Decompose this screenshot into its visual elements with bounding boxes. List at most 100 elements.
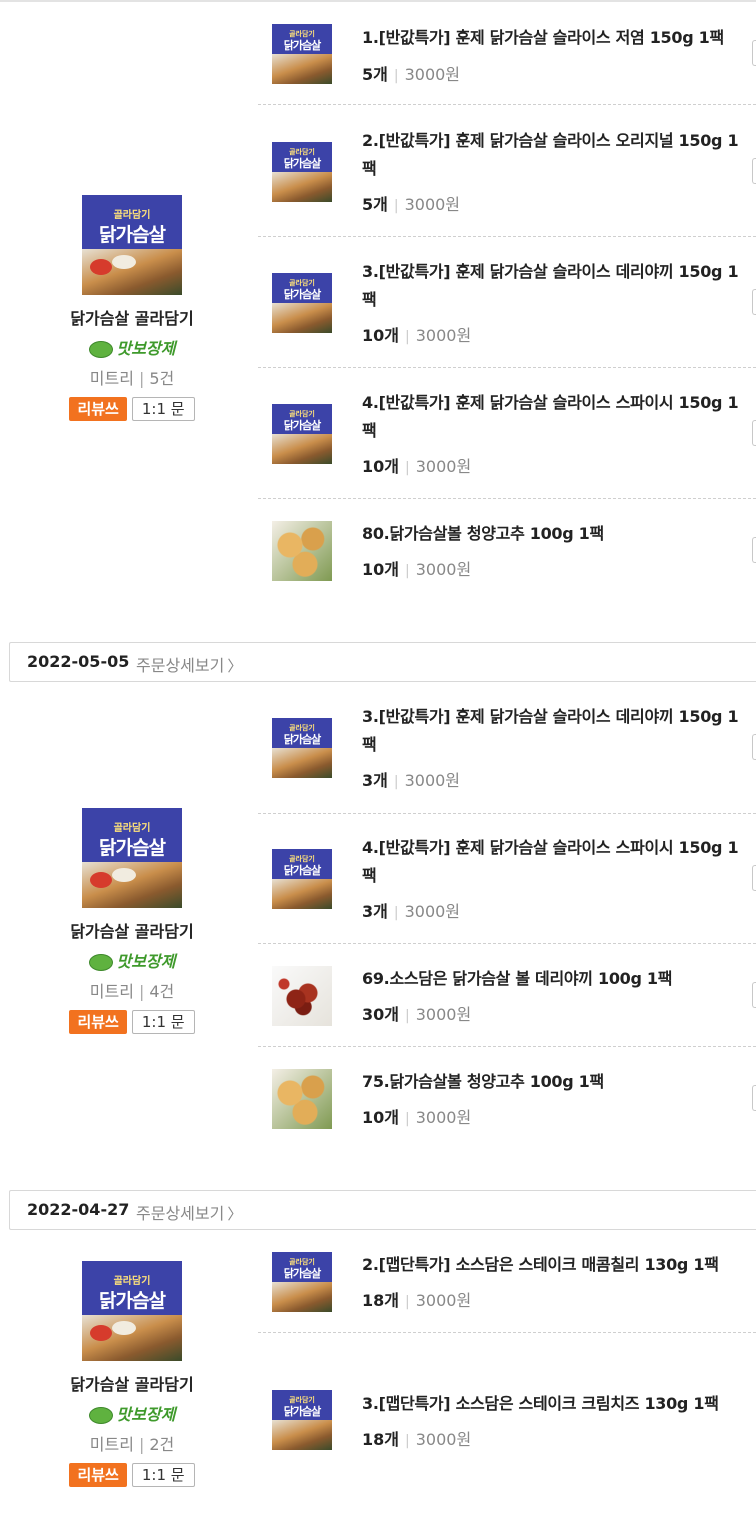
order-detail-label: 주문상세보기 xyxy=(136,1204,225,1223)
brand-name: 미트리 xyxy=(89,982,134,1001)
write-review-button[interactable]: 리뷰쓰 xyxy=(69,1463,127,1487)
seller-thumbnail[interactable]: 골라담기 닭가슴살 xyxy=(82,195,182,295)
item-info: 18개 | 3000원 xyxy=(362,1287,471,1311)
meta-separator: | xyxy=(138,982,145,1001)
item-info: 5개 | 3000원 xyxy=(362,191,460,215)
item-info: 10개 | 3000원 xyxy=(362,556,471,580)
inquiry-button[interactable]: 1:1 문 xyxy=(131,397,195,421)
inquiry-button[interactable]: 1:1 문 xyxy=(131,1463,195,1487)
chicken-slice-thumb[interactable]: 골라담기 닭가슴살 xyxy=(272,849,332,909)
seller-thumbnail[interactable]: 골라담기 닭가슴살 xyxy=(82,1261,182,1361)
seller-meta: 미트리 | 4건 xyxy=(52,978,212,1002)
item-price: 3000원 xyxy=(415,560,472,579)
chicken-slice-thumb[interactable]: 골라담기 닭가슴살 xyxy=(272,718,332,778)
thumb-title: 닭가슴살 xyxy=(283,39,321,52)
item-count: 4건 xyxy=(149,982,175,1001)
order-header: 2022-04-27 주문상세보기 〉 xyxy=(9,1190,756,1230)
chicken-slice-thumb[interactable]: 골라담기 닭가슴살 xyxy=(272,273,332,333)
item-count: 5건 xyxy=(149,369,175,388)
item-divider xyxy=(258,943,756,944)
item-title[interactable]: 4.[반값특가] 훈제 닭가슴살 슬라이스 스파이시 150g 1팩 xyxy=(362,389,742,445)
item-title[interactable]: 3.[반값특가] 훈제 닭가슴살 슬라이스 데리야끼 150g 1팩 xyxy=(362,703,742,759)
badge-label: 맛보장제 xyxy=(116,1405,176,1424)
chicken-slice-thumb[interactable]: 골라담기 닭가슴살 xyxy=(272,404,332,464)
item-action-button[interactable] xyxy=(752,289,756,315)
item-title[interactable]: 3.[반값특가] 훈제 닭가슴살 슬라이스 데리야끼 150g 1팩 xyxy=(362,258,742,314)
seller-info: 골라담기 닭가슴살 닭가슴살 골라담기 맛보장제 미트리 | 5건 리뷰쓰 1:1 … xyxy=(52,195,212,421)
item-divider xyxy=(258,1332,756,1333)
meta-separator: | xyxy=(138,1435,145,1454)
item-action-button[interactable] xyxy=(752,420,756,446)
info-separator: | xyxy=(393,905,399,921)
item-action-button[interactable] xyxy=(752,40,756,66)
seller-name[interactable]: 닭가슴살 골라담기 xyxy=(52,305,212,329)
top-divider xyxy=(0,0,756,2)
seller-info: 골라담기 닭가슴살 닭가슴살 골라담기 맛보장제 미트리 | 4건 리뷰쓰 1:1 … xyxy=(52,808,212,1034)
item-quantity: 10개 xyxy=(362,1108,399,1127)
item-divider xyxy=(258,104,756,105)
write-review-button[interactable]: 리뷰쓰 xyxy=(69,397,127,421)
thumb-title: 닭가슴살 xyxy=(283,1267,321,1280)
item-title[interactable]: 75.닭가슴살볼 청양고추 100g 1팩 xyxy=(362,1068,742,1096)
item-quantity: 5개 xyxy=(362,195,388,214)
chicken-slice-thumb[interactable]: 골라담기 닭가슴살 xyxy=(272,1390,332,1450)
write-review-button[interactable]: 리뷰쓰 xyxy=(69,1010,127,1034)
item-title[interactable]: 2.[맵단특가] 소스담은 스테이크 매콤칠리 130g 1팩 xyxy=(362,1251,742,1279)
chevron-right-icon: 〉 xyxy=(227,657,243,675)
item-price: 3000원 xyxy=(404,902,461,921)
item-quantity: 10개 xyxy=(362,326,399,345)
item-price: 3000원 xyxy=(404,771,461,790)
info-separator: | xyxy=(405,329,410,345)
quality-badge: 맛보장제 xyxy=(52,335,212,359)
thumb-title: 닭가슴살 xyxy=(283,1405,321,1418)
item-count: 2건 xyxy=(149,1435,175,1454)
food-image xyxy=(272,1420,332,1450)
chicken-ball-thumb[interactable] xyxy=(272,1069,332,1129)
item-divider xyxy=(258,367,756,368)
item-action-button[interactable] xyxy=(752,537,756,563)
badge-icon xyxy=(88,954,113,971)
item-action-button[interactable] xyxy=(752,865,756,891)
order-detail-link[interactable]: 주문상세보기 〉 xyxy=(136,652,242,676)
food-image xyxy=(82,1315,182,1361)
thumb-caption: 골라담기 xyxy=(113,1276,151,1287)
chicken-slice-thumb[interactable]: 골라담기 닭가슴살 xyxy=(272,1252,332,1312)
chicken-slice-thumb[interactable]: 골라담기 닭가슴살 xyxy=(272,24,332,84)
item-action-button[interactable] xyxy=(752,158,756,184)
item-action-button[interactable] xyxy=(752,1085,756,1111)
item-title[interactable]: 69.소스담은 닭가슴살 볼 데리야끼 100g 1팩 xyxy=(362,965,742,993)
item-price: 3000원 xyxy=(415,1430,472,1449)
chicken-slice-thumb[interactable]: 골라담기 닭가슴살 xyxy=(272,142,332,202)
thumb-title: 닭가슴살 xyxy=(99,837,166,859)
item-price: 3000원 xyxy=(415,1108,472,1127)
food-image xyxy=(272,879,332,909)
item-title[interactable]: 4.[반값특가] 훈제 닭가슴살 슬라이스 스파이시 150g 1팩 xyxy=(362,834,742,890)
food-image xyxy=(272,1282,332,1312)
thumb-title: 닭가슴살 xyxy=(283,157,321,170)
item-title[interactable]: 1.[반값특가] 훈제 닭가슴살 슬라이스 저염 150g 1팩 xyxy=(362,24,742,52)
chicken-ball-thumb[interactable] xyxy=(272,521,332,581)
info-separator: | xyxy=(393,68,399,84)
sauce-ball-thumb[interactable] xyxy=(272,966,332,1026)
brand-name: 미트리 xyxy=(89,1435,134,1454)
thumb-title: 닭가슴살 xyxy=(99,224,166,246)
item-title[interactable]: 3.[맵단특가] 소스담은 스테이크 크림치즈 130g 1팩 xyxy=(362,1390,742,1418)
seller-name[interactable]: 닭가슴살 골라담기 xyxy=(52,918,212,942)
order-detail-link[interactable]: 주문상세보기 〉 xyxy=(136,1200,242,1224)
item-title[interactable]: 80.닭가슴살볼 청양고추 100g 1팩 xyxy=(362,520,742,548)
info-separator: | xyxy=(393,198,399,214)
seller-name[interactable]: 닭가슴살 골라담기 xyxy=(52,1371,212,1395)
order-header: 2022-05-05 주문상세보기 〉 xyxy=(9,642,756,682)
badge-label: 맛보장제 xyxy=(116,952,176,971)
seller-meta: 미트리 | 5건 xyxy=(52,365,212,389)
item-info: 10개 | 3000원 xyxy=(362,322,471,346)
item-info: 3개 | 3000원 xyxy=(362,898,460,922)
inquiry-button[interactable]: 1:1 문 xyxy=(131,1010,195,1034)
seller-thumbnail[interactable]: 골라담기 닭가슴살 xyxy=(82,808,182,908)
item-info: 18개 | 3000원 xyxy=(362,1426,471,1450)
item-info: 3개 | 3000원 xyxy=(362,767,460,791)
item-title[interactable]: 2.[반값특가] 훈제 닭가슴살 슬라이스 오리지널 150g 1팩 xyxy=(362,127,742,183)
quality-badge: 맛보장제 xyxy=(52,1401,212,1425)
item-action-button[interactable] xyxy=(752,982,756,1008)
item-action-button[interactable] xyxy=(752,734,756,760)
